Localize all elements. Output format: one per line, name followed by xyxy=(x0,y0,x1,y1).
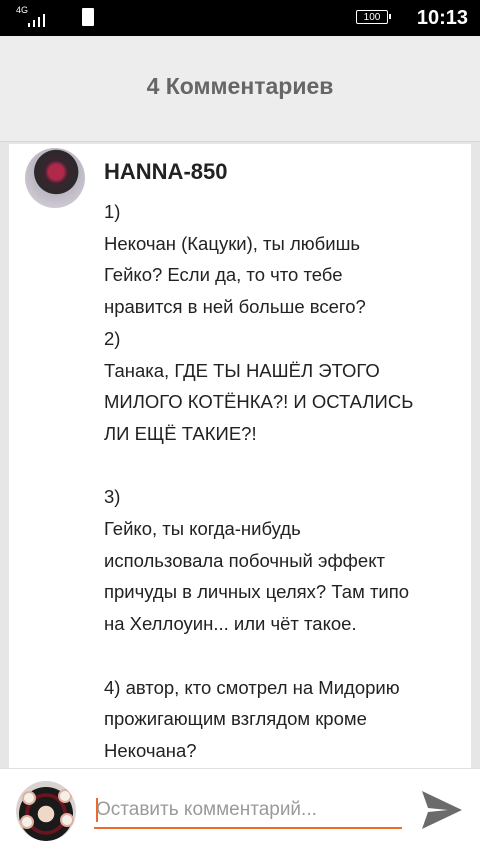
header: 4 Комментариев xyxy=(0,36,480,142)
battery-icon: 100 xyxy=(356,10,391,24)
comment-author-avatar[interactable] xyxy=(25,148,85,208)
user-avatar xyxy=(16,781,76,841)
comments-list[interactable]: HANNA-850 1) Некочан (Кацуки), ты любишь… xyxy=(0,142,480,768)
comment-card: HANNA-850 1) Некочан (Кацуки), ты любишь… xyxy=(9,144,471,768)
sim-icon xyxy=(82,8,94,26)
text-cursor xyxy=(96,798,98,822)
comment-author-name[interactable]: HANNA-850 xyxy=(104,158,227,186)
signal-icon xyxy=(28,13,56,27)
clock: 10:13 xyxy=(416,7,468,29)
comment-text: 1) Некочан (Кацуки), ты любишь Гейко? Ес… xyxy=(104,201,414,761)
status-bar: 4G 100 10:13 xyxy=(0,0,480,36)
page-title: 4 Комментариев xyxy=(146,73,334,99)
comment-input[interactable] xyxy=(94,795,402,829)
comment-input-bar xyxy=(0,768,480,854)
network-type: 4G xyxy=(16,5,29,15)
battery-level: 100 xyxy=(363,12,381,23)
send-icon[interactable] xyxy=(418,787,466,833)
